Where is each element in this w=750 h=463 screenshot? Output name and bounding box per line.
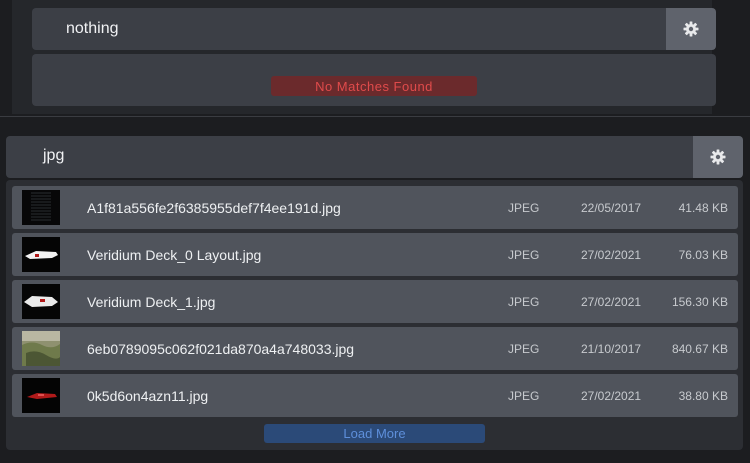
search-panel-bottom: jpg A1f81a556fe2f6385955def7f4ee191d.jpg… (0, 126, 750, 456)
file-size: 41.48 KB (678, 201, 728, 215)
file-date: 22/05/2017 (581, 201, 642, 215)
file-date: 27/02/2021 (581, 389, 642, 403)
result-row[interactable]: Veridium Deck_1.jpg JPEG 27/02/2021 156.… (12, 280, 738, 323)
file-size: 38.80 KB (678, 389, 728, 403)
file-thumbnail (22, 331, 60, 366)
results-list: A1f81a556fe2f6385955def7f4ee191d.jpg JPE… (6, 180, 743, 450)
file-size: 156.30 KB (671, 295, 728, 309)
result-row[interactable]: 6eb0789095c062f021da870a4a748033.jpg JPE… (12, 327, 738, 370)
search-input-top[interactable]: nothing (32, 8, 666, 50)
file-name: 6eb0789095c062f021da870a4a748033.jpg (87, 341, 355, 357)
file-name: 0k5d6on4azn11.jpg (87, 388, 209, 404)
file-size: 840.67 KB (671, 342, 728, 356)
file-type: JPEG (508, 248, 540, 262)
results-area-top: No Matches Found (32, 54, 716, 106)
result-row[interactable]: A1f81a556fe2f6385955def7f4ee191d.jpg JPE… (12, 186, 738, 229)
file-thumbnail (22, 237, 60, 272)
load-more-button[interactable]: Load More (264, 424, 485, 443)
settings-button-top[interactable] (666, 8, 716, 50)
settings-button-bottom[interactable] (693, 136, 743, 178)
file-date: 21/10/2017 (581, 342, 642, 356)
gear-icon (683, 21, 699, 37)
file-thumbnail (22, 378, 60, 413)
no-matches-badge: No Matches Found (271, 76, 477, 96)
file-thumbnail (22, 284, 60, 319)
file-name: Veridium Deck_1.jpg (87, 294, 216, 310)
search-panel-top: nothing No Matches Found (12, 0, 716, 114)
search-query-text: nothing (66, 20, 119, 37)
panel-divider (0, 116, 750, 117)
file-name: Veridium Deck_0 Layout.jpg (87, 247, 262, 263)
file-type: JPEG (508, 201, 540, 215)
file-type: JPEG (508, 342, 540, 356)
file-thumbnail (22, 190, 60, 225)
result-row[interactable]: Veridium Deck_0 Layout.jpg JPEG 27/02/20… (12, 233, 738, 276)
file-name: A1f81a556fe2f6385955def7f4ee191d.jpg (87, 200, 341, 216)
result-row[interactable]: 0k5d6on4azn11.jpg JPEG 27/02/2021 38.80 … (12, 374, 738, 417)
file-date: 27/02/2021 (581, 295, 642, 309)
gear-icon (710, 149, 726, 165)
file-date: 27/02/2021 (581, 248, 642, 262)
file-size: 76.03 KB (678, 248, 728, 262)
file-type: JPEG (508, 389, 540, 403)
search-query-text: jpg (43, 147, 65, 164)
file-type: JPEG (508, 295, 540, 309)
search-input-bottom[interactable]: jpg (6, 136, 694, 178)
